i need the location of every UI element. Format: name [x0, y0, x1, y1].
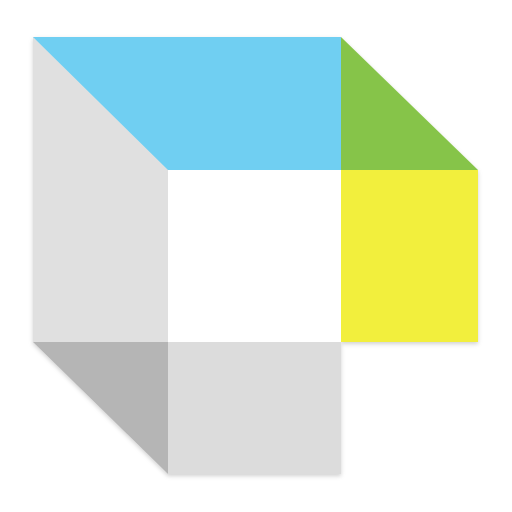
- logo-stage: [0, 0, 512, 512]
- geometric-square-logo-icon: [33, 37, 478, 474]
- bottom-left-shadow-shape: [33, 342, 168, 474]
- bottom-face-shape: [168, 342, 341, 474]
- right-triangle-shape: [341, 37, 478, 170]
- right-square-shape: [341, 170, 478, 342]
- inner-hole-shape: [168, 170, 341, 342]
